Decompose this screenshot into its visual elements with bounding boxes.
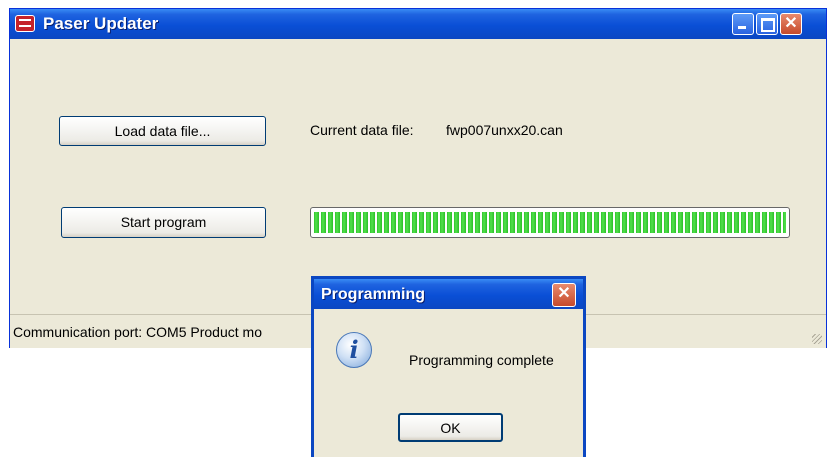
app-icon xyxy=(15,15,35,32)
progress-bar xyxy=(310,207,790,238)
minimize-button[interactable] xyxy=(732,13,754,35)
resize-grip[interactable] xyxy=(812,334,822,344)
close-icon: ✕ xyxy=(557,285,571,302)
dialog-message: Programming complete xyxy=(409,352,554,368)
title-bar[interactable]: Paser Updater ✕ xyxy=(10,9,826,39)
dialog-close-button[interactable]: ✕ xyxy=(552,283,576,307)
dialog-title: Programming xyxy=(321,286,426,303)
status-text: Communication port: COM5 Product mo xyxy=(13,324,262,340)
close-icon: ✕ xyxy=(784,15,798,32)
start-program-button[interactable]: Start program xyxy=(61,207,266,238)
progress-fill xyxy=(314,212,786,233)
programming-dialog: Programming ✕ i Programming complete OK xyxy=(311,276,586,457)
load-data-file-button[interactable]: Load data file... xyxy=(59,116,266,146)
current-file-label: Current data file: xyxy=(310,122,414,138)
ok-button[interactable]: OK xyxy=(398,413,503,442)
info-icon: i xyxy=(336,332,372,368)
dialog-title-bar[interactable]: Programming ✕ xyxy=(314,279,583,309)
close-button[interactable]: ✕ xyxy=(780,13,802,35)
window-title: Paser Updater xyxy=(43,14,159,33)
maximize-button[interactable] xyxy=(756,13,778,35)
current-file-value: fwp007unxx20.can xyxy=(446,122,563,138)
